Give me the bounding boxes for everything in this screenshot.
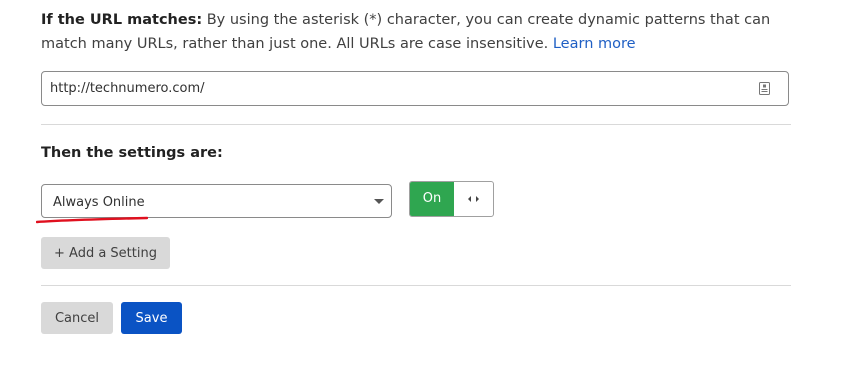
save-button[interactable]: Save (121, 302, 182, 334)
url-pattern-field[interactable] (41, 71, 789, 106)
url-pattern-input[interactable] (50, 72, 740, 105)
settings-title: Then the settings are: (41, 145, 223, 161)
section-divider (41, 124, 791, 125)
cancel-button[interactable]: Cancel (41, 302, 113, 334)
url-match-description: If the URL matches: By using the asteris… (41, 8, 801, 56)
url-match-label: If the URL matches: (41, 12, 203, 28)
actions-divider (41, 285, 791, 286)
add-setting-button[interactable]: + Add a Setting (41, 237, 170, 269)
setting-toggle[interactable]: On (409, 181, 494, 217)
toggle-handle-icon (468, 196, 479, 202)
document-icon[interactable] (759, 82, 770, 95)
chevron-down-icon (374, 199, 384, 204)
red-annotation-underline (36, 216, 148, 224)
setting-select[interactable]: Always Online (41, 184, 392, 218)
setting-select-value: Always Online (53, 195, 145, 210)
learn-more-link[interactable]: Learn more (553, 36, 636, 52)
toggle-on-label: On (410, 182, 454, 216)
